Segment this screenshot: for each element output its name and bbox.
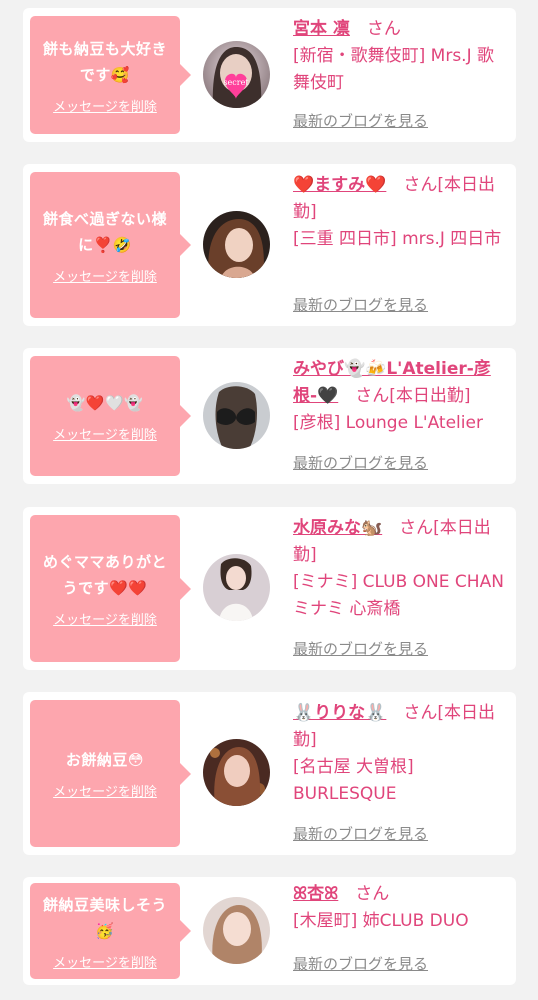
message-bubble: 餅食べ過ぎない様に❣️🤣 メッセージを削除 (30, 172, 191, 318)
delete-message-link[interactable]: メッセージを削除 (53, 609, 157, 628)
message-bubble: 餅も納豆も大好きです🥰 メッセージを削除 (30, 16, 191, 134)
store-name: [新宿・歌舞伎町] Mrs.J 歌舞伎町 (293, 46, 495, 93)
avatar[interactable]: secret (203, 41, 270, 108)
message-card: お餅納豆😳 メッセージを削除 🐰りりな🐰 さん[本日出勤] [名古屋 大曽根] … (23, 692, 516, 855)
latest-blog-link[interactable]: 最新のブログを見る (293, 110, 428, 131)
delete-message-link[interactable]: メッセージを削除 (53, 781, 157, 800)
cast-suffix: さん[本日出勤] (338, 386, 471, 406)
latest-blog-link[interactable]: 最新のブログを見る (293, 823, 428, 844)
secret-label: secret (223, 78, 249, 87)
message-card: 餅も納豆も大好きです🥰 メッセージを削除 secret 宮本 凛 さん [新宿・… (23, 8, 516, 142)
cast-name-link[interactable]: 🐰りりな🐰 (293, 703, 386, 723)
cast-suffix: さん (349, 19, 401, 39)
delete-message-link[interactable]: メッセージを削除 (53, 266, 157, 285)
cast-name-link[interactable]: 水原みな🐿️ (293, 518, 382, 538)
latest-blog-link[interactable]: 最新のブログを見る (293, 294, 428, 315)
cast-info: 水原みな🐿️ さん[本日出勤] [ミナミ] CLUB ONE CHAN ミナミ … (293, 515, 508, 623)
cast-info: ꕤ杏ꕤ さん [木屋町] 姉CLUB DUO (293, 881, 508, 935)
message-card: 👻❤️🤍👻 メッセージを削除 みやび👻🍻L'Atelier-彦根-🖤 さん[本日… (23, 348, 516, 484)
delete-message-link[interactable]: メッセージを削除 (53, 424, 157, 443)
store-name: [三重 四日市] mrs.J 四日市 (293, 229, 502, 249)
avatar[interactable] (203, 211, 270, 278)
store-name: [木屋町] 姉CLUB DUO (293, 911, 469, 931)
message-text: 餅も納豆も大好きです🥰 (42, 39, 167, 84)
cast-info: ❤️ますみ❤️ さん[本日出勤] [三重 四日市] mrs.J 四日市 (293, 172, 508, 253)
message-card: めぐママありがとうです❤️❤️ メッセージを削除 水原みな🐿️ さん[本日出勤]… (23, 507, 516, 670)
delete-message-link[interactable]: メッセージを削除 (53, 96, 157, 115)
cast-info: 宮本 凛 さん [新宿・歌舞伎町] Mrs.J 歌舞伎町 (293, 16, 508, 97)
delete-message-link[interactable]: メッセージを削除 (53, 952, 157, 971)
latest-blog-link[interactable]: 最新のブログを見る (293, 638, 428, 659)
avatar[interactable] (203, 382, 270, 449)
message-text: 餅納豆美味しそう🥳 (42, 895, 167, 940)
latest-blog-link[interactable]: 最新のブログを見る (293, 953, 428, 974)
message-text: お餅納豆😳 (65, 751, 145, 769)
message-text: 👻❤️🤍👻 (66, 393, 144, 412)
message-bubble: お餅納豆😳 メッセージを削除 (30, 700, 191, 847)
message-card: 餅納豆美味しそう🥳 メッセージを削除 ꕤ杏ꕤ さん [木屋町] 姉CLUB DU… (23, 877, 516, 985)
message-card: 餅食べ過ぎない様に❣️🤣 メッセージを削除 ❤️ますみ❤️ さん[本日出勤] [… (23, 164, 516, 326)
cast-suffix: さん (338, 884, 390, 904)
cast-info: みやび👻🍻L'Atelier-彦根-🖤 さん[本日出勤] [彦根] Lounge… (293, 356, 508, 437)
message-bubble: 👻❤️🤍👻 メッセージを削除 (30, 356, 191, 476)
avatar[interactable] (203, 554, 270, 621)
store-name: [名古屋 大曽根] BURLESQUE (293, 757, 414, 804)
latest-blog-link[interactable]: 最新のブログを見る (293, 452, 428, 473)
store-name: [彦根] Lounge L'Atelier (293, 413, 483, 433)
message-text: めぐママありがとうです❤️❤️ (42, 553, 167, 597)
avatar[interactable] (203, 739, 270, 806)
cast-name-link[interactable]: ꕤ杏ꕤ (293, 884, 338, 904)
message-text: 餅食べ過ぎない様に❣️🤣 (42, 209, 167, 254)
store-name: [ミナミ] CLUB ONE CHAN ミナミ 心斎橋 (293, 572, 504, 619)
avatar[interactable] (203, 897, 270, 964)
cast-name-link[interactable]: 宮本 凛 (293, 19, 350, 39)
message-bubble: めぐママありがとうです❤️❤️ メッセージを削除 (30, 515, 191, 662)
cast-name-link[interactable]: ❤️ますみ❤️ (293, 175, 386, 195)
cast-info: 🐰りりな🐰 さん[本日出勤] [名古屋 大曽根] BURLESQUE (293, 700, 508, 808)
message-bubble: 餅納豆美味しそう🥳 メッセージを削除 (30, 883, 191, 979)
